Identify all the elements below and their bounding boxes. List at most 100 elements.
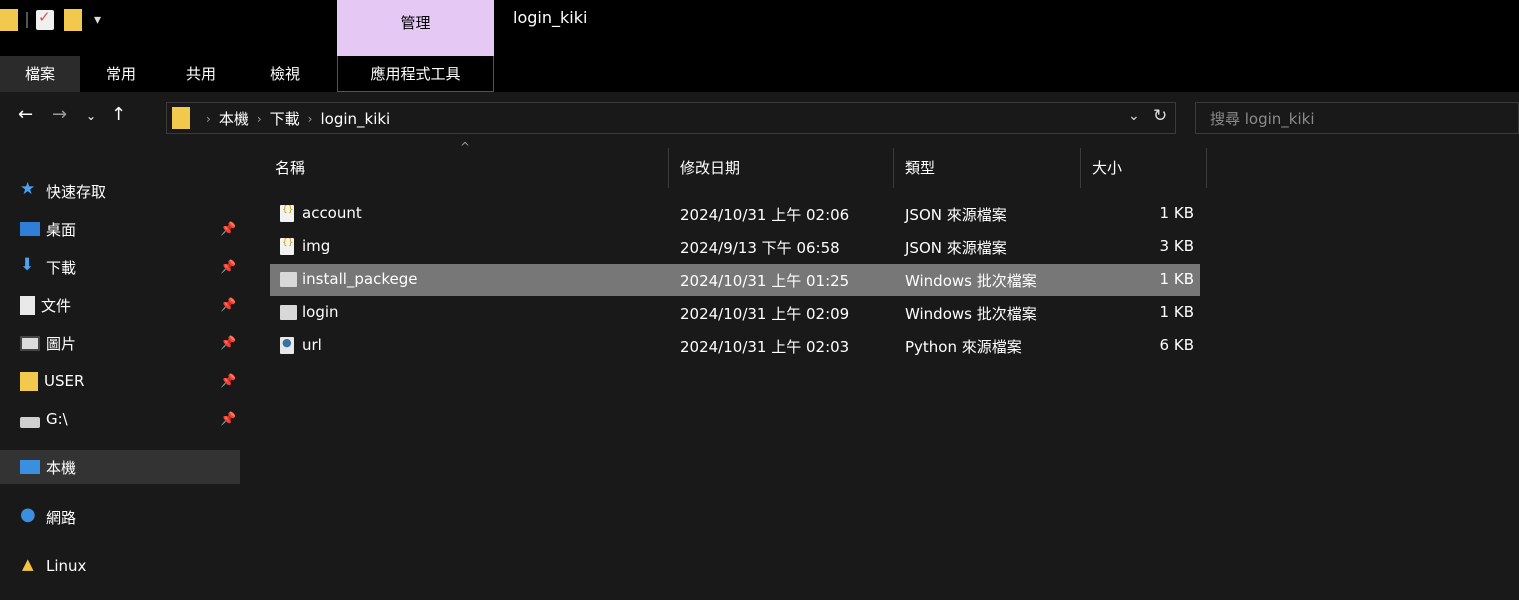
- pin-icon[interactable]: 📌: [220, 260, 236, 275]
- sidebar-item-g-drive[interactable]: G:\: [0, 402, 240, 436]
- file-name: login: [302, 303, 339, 321]
- breadcrumb: › 本機 › 下載 › login_kiki: [198, 108, 390, 129]
- manage-tab-label: 管理: [400, 14, 431, 32]
- sidebar-item-user[interactable]: USER: [0, 364, 240, 398]
- file-type: Windows 批次檔案: [905, 272, 1037, 290]
- file-size: 6 KB: [1159, 336, 1194, 354]
- column-header-size[interactable]: 大小: [1092, 148, 1122, 188]
- network-drive-icon: [20, 416, 40, 428]
- column-header-name[interactable]: 名稱: [275, 148, 305, 188]
- refresh-icon[interactable]: ↻: [1153, 106, 1167, 126]
- pin-icon[interactable]: 📌: [220, 412, 236, 427]
- pin-icon[interactable]: 📌: [220, 374, 236, 389]
- sidebar-item-desktop[interactable]: 桌面: [0, 212, 240, 246]
- sidebar-item-label: G:\: [46, 410, 68, 428]
- desktop-icon: [20, 222, 40, 236]
- network-icon: [20, 504, 40, 526]
- file-modified: 2024/10/31 上午 02:03: [680, 338, 850, 356]
- sidebar-item-label: 本機: [46, 458, 77, 477]
- download-icon: [20, 255, 40, 276]
- folder-icon: [0, 9, 18, 31]
- tab-home[interactable]: 常用: [86, 56, 156, 92]
- column-divider[interactable]: [1080, 148, 1081, 188]
- title-bar: [0, 0, 1519, 56]
- window-title: login_kiki: [513, 8, 588, 27]
- column-header-modified[interactable]: 修改日期: [680, 148, 740, 188]
- sidebar-item-label: 下載: [46, 258, 77, 277]
- sidebar-item-label: USER: [44, 372, 85, 390]
- file-size: 3 KB: [1159, 237, 1194, 255]
- recent-locations-icon[interactable]: ⌄: [86, 109, 96, 123]
- sidebar-item-linux[interactable]: Linux: [0, 549, 240, 583]
- breadcrumb-login-kiki[interactable]: login_kiki: [320, 110, 390, 128]
- file-type: Python 來源檔案: [905, 338, 1022, 356]
- pin-icon[interactable]: 📌: [220, 336, 236, 351]
- python-file-icon: [280, 336, 294, 354]
- sidebar-item-label: 文件: [41, 296, 72, 315]
- linux-icon: [20, 555, 40, 575]
- sidebar-item-documents[interactable]: 文件: [0, 288, 240, 322]
- table-row[interactable]: install_packege 2024/10/31 上午 01:25 Wind…: [270, 264, 1200, 296]
- folder-icon: [20, 371, 38, 391]
- sidebar-item-network[interactable]: 網路: [0, 500, 240, 534]
- file-name: install_packege: [302, 270, 418, 288]
- quick-access-toolbar: ▾: [0, 0, 101, 40]
- chevron-right-icon[interactable]: ›: [308, 112, 313, 126]
- file-size: 1 KB: [1159, 303, 1194, 321]
- file-size: 1 KB: [1159, 204, 1194, 222]
- sidebar-item-downloads[interactable]: 下載: [0, 250, 240, 284]
- sidebar-item-pictures[interactable]: 圖片: [0, 326, 240, 360]
- pin-icon[interactable]: 📌: [220, 298, 236, 313]
- file-modified: 2024/10/31 上午 02:06: [680, 206, 850, 224]
- table-row[interactable]: url 2024/10/31 上午 02:03 Python 來源檔案 6 KB: [270, 330, 1200, 362]
- table-row[interactable]: login 2024/10/31 上午 02:09 Windows 批次檔案 1…: [270, 297, 1200, 329]
- chevron-right-icon[interactable]: ›: [206, 112, 211, 126]
- sidebar-item-label: 快速存取: [46, 182, 107, 201]
- file-name: account: [302, 204, 362, 222]
- back-arrow-icon[interactable]: ←: [18, 104, 33, 125]
- tab-share[interactable]: 共用: [166, 56, 236, 92]
- chevron-down-icon[interactable]: ⌄: [1128, 108, 1140, 124]
- folder-icon: [172, 107, 190, 129]
- document-icon: [20, 295, 35, 315]
- forward-arrow-icon[interactable]: →: [52, 104, 67, 125]
- pin-icon[interactable]: 📌: [220, 222, 236, 237]
- sidebar-item-this-pc[interactable]: 本機: [0, 450, 240, 484]
- search-placeholder: 搜尋 login_kiki: [1210, 110, 1315, 128]
- sidebar-item-label: 網路: [46, 508, 77, 527]
- column-divider[interactable]: [668, 148, 669, 188]
- tab-file[interactable]: 檔案: [0, 56, 80, 92]
- file-type: JSON 來源檔案: [905, 206, 1007, 224]
- breadcrumb-downloads[interactable]: 下載: [270, 108, 300, 129]
- this-pc-icon: [20, 460, 40, 474]
- table-row[interactable]: img 2024/9/13 下午 06:58 JSON 來源檔案 3 KB: [270, 231, 1200, 263]
- toolbar-separator: [26, 12, 28, 28]
- file-name: url: [302, 336, 322, 354]
- picture-icon: [20, 335, 40, 351]
- sidebar-item-label: 桌面: [46, 220, 77, 239]
- tab-app-tools[interactable]: 應用程式工具: [337, 56, 494, 92]
- chevron-right-icon[interactable]: ›: [257, 112, 262, 126]
- customize-toolbar-icon[interactable]: ▾: [94, 12, 101, 28]
- file-modified: 2024/9/13 下午 06:58: [680, 239, 840, 257]
- file-name: img: [302, 237, 331, 255]
- file-type: JSON 來源檔案: [905, 239, 1007, 257]
- sidebar-item-label: Linux: [46, 557, 87, 575]
- json-file-icon: [280, 205, 294, 222]
- table-row[interactable]: account 2024/10/31 上午 02:06 JSON 來源檔案 1 …: [270, 198, 1200, 230]
- file-modified: 2024/10/31 上午 02:09: [680, 305, 850, 323]
- breadcrumb-this-pc[interactable]: 本機: [219, 108, 249, 129]
- column-divider[interactable]: [1206, 148, 1207, 188]
- tab-view[interactable]: 檢視: [250, 56, 320, 92]
- file-size: 1 KB: [1159, 270, 1194, 288]
- up-arrow-icon[interactable]: ↑: [111, 104, 126, 125]
- batch-file-icon: [280, 305, 297, 320]
- sidebar-item-quick-access[interactable]: 快速存取: [0, 174, 240, 208]
- sort-ascending-icon: ^: [460, 140, 471, 154]
- sidebar-item-label: 圖片: [46, 334, 77, 353]
- new-folder-icon[interactable]: [64, 9, 82, 31]
- column-header-type[interactable]: 類型: [905, 148, 935, 188]
- properties-icon[interactable]: [36, 8, 54, 30]
- file-modified: 2024/10/31 上午 01:25: [680, 272, 850, 290]
- column-divider[interactable]: [893, 148, 894, 188]
